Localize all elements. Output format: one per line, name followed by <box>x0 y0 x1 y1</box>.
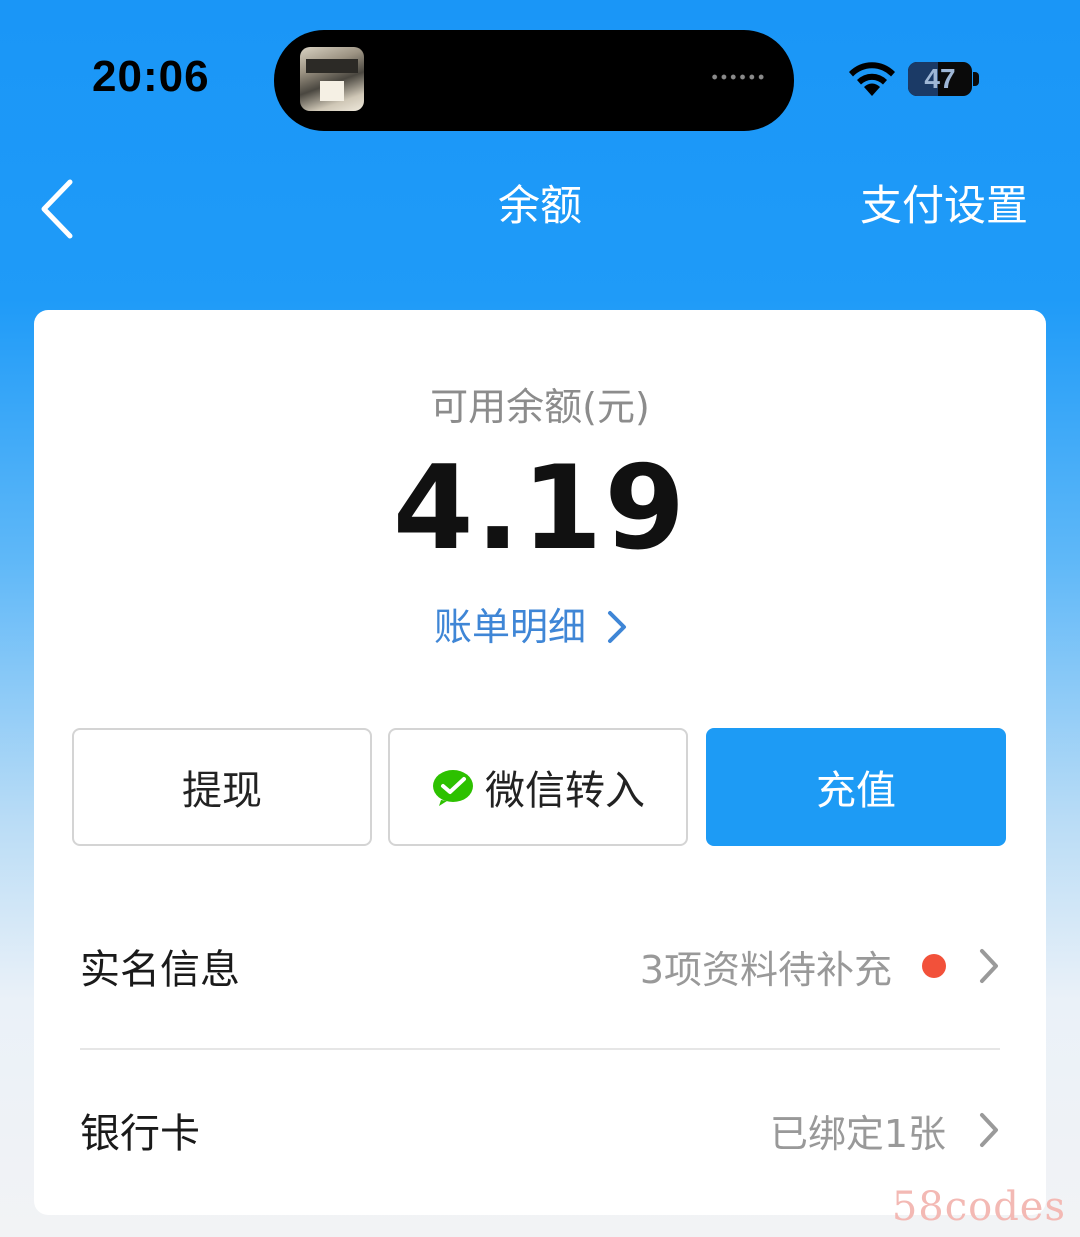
payment-settings-button[interactable]: 支付设置 <box>860 176 1028 236</box>
chevron-right-icon <box>608 611 627 643</box>
withdraw-label: 提现 <box>182 768 262 814</box>
battery-icon: 47 <box>908 62 972 96</box>
audio-waveform-icon <box>710 74 766 80</box>
bill-details-label: 账单明细 <box>434 605 587 649</box>
divider <box>80 1048 1000 1050</box>
balance-card: 可用余额(元) 4.19 账单明细 提现 微信转入 充值 实名信息 3项资料待补… <box>34 310 1046 1215</box>
back-button[interactable] <box>36 176 86 242</box>
balance-amount: 4.19 <box>392 441 688 576</box>
wifi-icon <box>849 62 895 96</box>
dynamic-island[interactable] <box>274 30 794 131</box>
page-title: 余额 <box>497 181 582 230</box>
status-time: 20:06 <box>92 52 210 101</box>
now-playing-artwork[interactable] <box>300 47 364 111</box>
bank-card-status: 已绑定1张 <box>769 1111 946 1156</box>
bank-card-label: 银行卡 <box>80 1111 200 1157</box>
real-name-label: 实名信息 <box>80 947 240 993</box>
watermark-text: 58codes <box>891 1184 1066 1230</box>
chevron-right-icon <box>980 1113 998 1147</box>
balance-label: 可用余额(元) <box>430 385 650 429</box>
wechat-transfer-button[interactable]: 微信转入 <box>388 728 688 846</box>
chevron-right-icon <box>980 949 998 983</box>
real-name-info-row[interactable]: 实名信息 3项资料待补充 <box>80 926 1000 1006</box>
wechat-transfer-label: 微信转入 <box>485 768 645 814</box>
recharge-label: 充值 <box>816 768 896 814</box>
battery-cap <box>973 72 979 86</box>
real-name-status: 3项资料待补充 <box>639 947 892 992</box>
battery-level: 47 <box>924 63 956 94</box>
alert-dot-icon <box>922 954 946 978</box>
withdraw-button[interactable]: 提现 <box>72 728 372 846</box>
bank-card-row[interactable]: 银行卡 已绑定1张 <box>80 1090 1000 1170</box>
bill-details-link[interactable]: 账单明细 <box>434 602 628 652</box>
recharge-button[interactable]: 充值 <box>706 728 1006 846</box>
wechat-pay-icon <box>433 770 473 806</box>
